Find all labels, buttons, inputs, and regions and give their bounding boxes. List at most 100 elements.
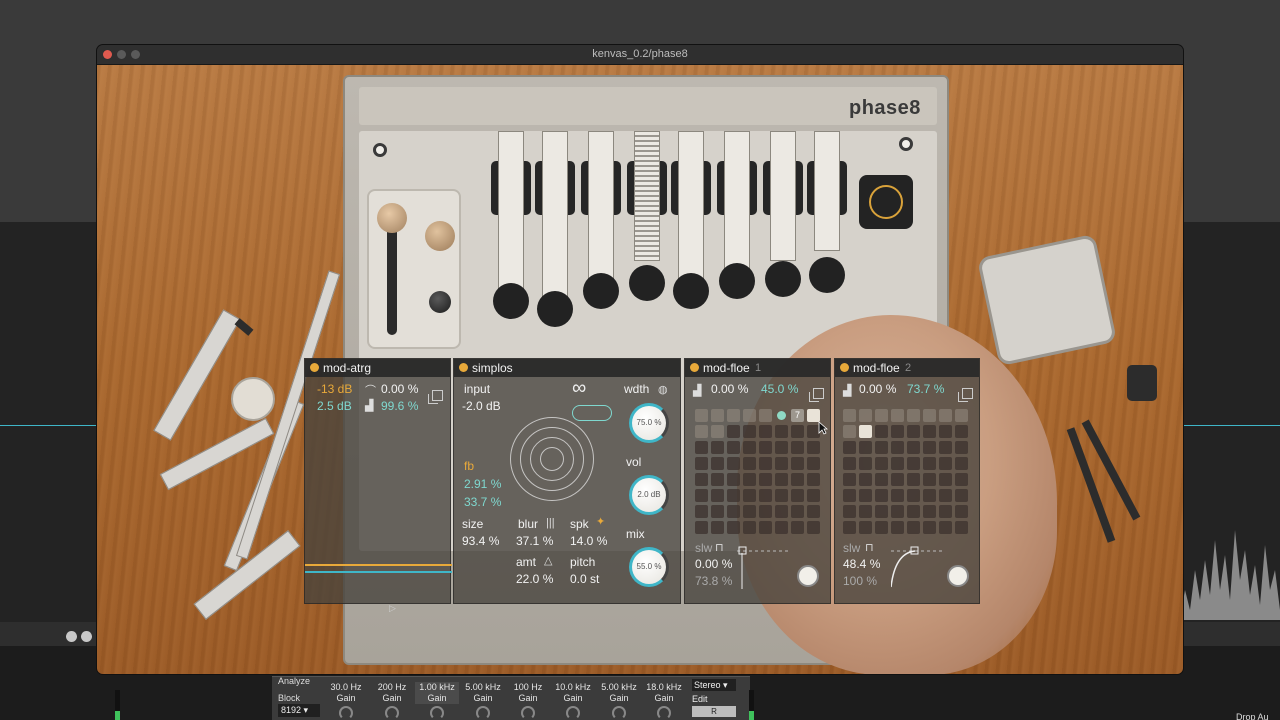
grid-step[interactable]	[775, 441, 788, 454]
amt-value[interactable]: 22.0 %	[516, 572, 553, 586]
grid-step[interactable]	[859, 473, 872, 486]
grid-step[interactable]	[955, 441, 968, 454]
grid-step[interactable]	[843, 521, 856, 534]
grid-step[interactable]	[875, 409, 888, 422]
grid-step[interactable]	[955, 505, 968, 518]
grid-step[interactable]	[695, 473, 708, 486]
grid-step[interactable]	[955, 457, 968, 470]
eq-band-3[interactable]: 1.00 kHz Gain	[415, 682, 459, 704]
track-solo-button[interactable]	[81, 631, 92, 642]
grid-step[interactable]	[727, 505, 740, 518]
grid-step[interactable]	[843, 409, 856, 422]
grid-step[interactable]	[727, 489, 740, 502]
grid-step[interactable]	[843, 441, 856, 454]
grid-step[interactable]	[695, 425, 708, 438]
grid-step[interactable]	[875, 473, 888, 486]
grid-step[interactable]	[875, 489, 888, 502]
grid-step[interactable]	[695, 489, 708, 502]
grid-step[interactable]	[907, 505, 920, 518]
eq-band-7[interactable]: 5.00 kHz Gain	[597, 682, 641, 704]
spk-value[interactable]: 14.0 %	[570, 534, 607, 548]
play-icon[interactable]: ▷	[389, 603, 396, 614]
grid-step[interactable]	[743, 521, 756, 534]
eq-r-button[interactable]: R	[692, 706, 736, 717]
eq-edit-label[interactable]: Edit	[692, 694, 708, 704]
grid-step[interactable]	[843, 505, 856, 518]
grid-step[interactable]	[939, 457, 952, 470]
grid-step[interactable]	[891, 505, 904, 518]
grid-step[interactable]	[843, 457, 856, 470]
grid-step[interactable]	[711, 505, 724, 518]
grid-step[interactable]	[891, 473, 904, 486]
grid-step[interactable]	[807, 457, 820, 470]
grid-step[interactable]	[743, 425, 756, 438]
grid-step[interactable]	[695, 441, 708, 454]
grid-step[interactable]	[759, 473, 772, 486]
grid-step[interactable]	[695, 505, 708, 518]
grid-step[interactable]	[923, 521, 936, 534]
grid-step[interactable]	[939, 473, 952, 486]
grid-step[interactable]	[807, 441, 820, 454]
grid-step[interactable]	[727, 457, 740, 470]
grid-step[interactable]	[859, 457, 872, 470]
grid-step[interactable]	[923, 457, 936, 470]
grid-step[interactable]	[695, 521, 708, 534]
fb-value-1[interactable]: 2.91 %	[464, 477, 501, 491]
grid-step[interactable]	[891, 409, 904, 422]
grid-step[interactable]	[727, 441, 740, 454]
grid-step[interactable]	[743, 441, 756, 454]
grid-step[interactable]	[907, 473, 920, 486]
grid-step[interactable]	[727, 473, 740, 486]
grid-step[interactable]	[875, 457, 888, 470]
grid-step[interactable]	[875, 505, 888, 518]
grid-step[interactable]	[775, 521, 788, 534]
floe2-value-1[interactable]: 0.00 %	[859, 382, 896, 396]
gain-knob[interactable]	[566, 706, 580, 720]
grid-step[interactable]	[939, 521, 952, 534]
grid-step[interactable]	[791, 521, 804, 534]
grid-step[interactable]	[955, 521, 968, 534]
gain-knob[interactable]	[476, 706, 490, 720]
grid-step[interactable]	[759, 425, 772, 438]
eq-band-6[interactable]: 10.0 kHz Gain	[551, 682, 595, 704]
copy-icon[interactable]	[958, 388, 973, 402]
copy-icon[interactable]	[428, 390, 443, 404]
size-value[interactable]: 93.4 %	[462, 534, 499, 548]
grid-step[interactable]	[859, 409, 872, 422]
slw-value-2[interactable]: 73.8 %	[695, 574, 732, 588]
trigger-button[interactable]	[797, 565, 819, 587]
grid-step[interactable]	[955, 409, 968, 422]
atrg-threshold-value[interactable]: -13 dB	[317, 382, 352, 396]
grid-step[interactable]	[775, 489, 788, 502]
grid-step[interactable]	[807, 473, 820, 486]
eq-band-8[interactable]: 18.0 kHz Gain	[642, 682, 686, 704]
grid-step[interactable]	[775, 505, 788, 518]
eq-stereo-select[interactable]: Stereo ▾	[692, 679, 736, 691]
grid-step[interactable]	[759, 409, 772, 422]
grid-step[interactable]	[907, 489, 920, 502]
grid-step[interactable]	[775, 457, 788, 470]
grid-step[interactable]	[775, 473, 788, 486]
grid-step[interactable]	[711, 457, 724, 470]
grid-step[interactable]	[791, 505, 804, 518]
grid-step[interactable]	[759, 489, 772, 502]
floe1-value-1[interactable]: 0.00 %	[711, 382, 748, 396]
grid-step[interactable]	[791, 425, 804, 438]
mix-dial[interactable]: 55.0 %	[629, 547, 669, 587]
grid-step[interactable]	[727, 425, 740, 438]
slw-value[interactable]: 48.4 %	[843, 557, 880, 571]
slw-value-2[interactable]: 100 %	[843, 574, 877, 588]
grid-step[interactable]	[955, 473, 968, 486]
floe2-value-2[interactable]: 73.7 %	[907, 382, 944, 396]
grid-step[interactable]	[923, 505, 936, 518]
copy-icon[interactable]	[809, 388, 824, 402]
grid-step[interactable]	[843, 489, 856, 502]
grid-step[interactable]	[891, 441, 904, 454]
grid-step[interactable]	[859, 425, 872, 438]
grid-step[interactable]	[743, 457, 756, 470]
grid-step[interactable]	[791, 489, 804, 502]
wdth-dial[interactable]: 75.0 %	[629, 403, 669, 443]
eq-band-1[interactable]: 30.0 Hz Gain	[324, 682, 368, 704]
floe1-value-2[interactable]: 45.0 %	[761, 382, 798, 396]
grid-step[interactable]	[939, 505, 952, 518]
